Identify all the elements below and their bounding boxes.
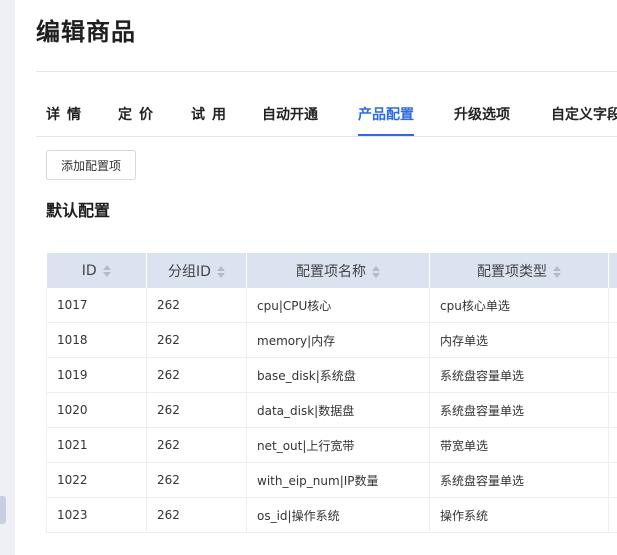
table-row[interactable]: 1022 262 with_eip_num|IP数量 系统盘容量单选: [46, 462, 617, 498]
cell-config-type: 带宽单选: [429, 427, 609, 463]
cell-config-type: cpu核心单选: [429, 288, 609, 323]
cell-config-type: 操作系统: [429, 497, 609, 533]
column-header-label: 配置项类型: [477, 263, 547, 280]
tab-custom-fields[interactable]: 自定义字段: [551, 96, 617, 134]
cell-id: 1023: [46, 497, 147, 533]
column-header-group-id[interactable]: 分组ID: [146, 253, 247, 288]
table-row[interactable]: 1018 262 memory|内存 内存单选: [46, 322, 617, 358]
tab-bar: 详情 定价 试用 自动开通 产品配置 升级选项 自定义字段: [36, 96, 617, 137]
cell-group-id: 262: [146, 462, 247, 498]
left-sidebar-strip: [0, 0, 15, 555]
column-header-config-type[interactable]: 配置项类型: [429, 253, 609, 288]
column-header-config-name[interactable]: 配置项名称: [246, 253, 430, 288]
tab-pricing[interactable]: 定价: [118, 96, 160, 134]
sort-icon[interactable]: [102, 264, 111, 277]
cell-id: 1018: [46, 322, 147, 358]
cell-config-name: data_disk|数据盘: [246, 392, 430, 428]
tab-trial[interactable]: 试用: [191, 96, 233, 134]
cell-config-type: 系统盘容量单选: [429, 357, 609, 393]
cell-group-id: 262: [146, 288, 247, 323]
column-header-id[interactable]: ID: [46, 253, 147, 288]
cell-group-id: 262: [146, 392, 247, 428]
table-header-row: ID 分组ID 配置项名称 配置项类型: [46, 253, 617, 288]
cell-config-type: 系统盘容量单选: [429, 392, 609, 428]
tab-auto-provision[interactable]: 自动开通: [262, 96, 318, 134]
tab-upgrade-options[interactable]: 升级选项: [454, 96, 510, 134]
cell-group-id: 262: [146, 497, 247, 533]
cell-config-name: net_out|上行宽带: [246, 427, 430, 463]
cell-id: 1017: [46, 288, 147, 323]
table-row[interactable]: 1017 262 cpu|CPU核心 cpu核心单选: [46, 288, 617, 323]
cell-group-id: 262: [146, 322, 247, 358]
page-title: 编辑商品: [36, 18, 136, 46]
column-header-label: 配置项名称: [296, 263, 366, 280]
config-table: ID 分组ID 配置项名称 配置项类型 1017 262 cpu|CPU核心 cpu核…: [46, 253, 617, 535]
sort-icon[interactable]: [216, 265, 225, 278]
sidebar-collapse-handle[interactable]: [0, 496, 6, 524]
cell-group-id: 262: [146, 427, 247, 463]
cell-extra: [608, 322, 617, 358]
section-title: 默认配置: [46, 201, 111, 220]
cell-extra: [608, 462, 617, 498]
cell-id: 1020: [46, 392, 147, 428]
cell-config-name: memory|内存: [246, 322, 430, 358]
tab-details[interactable]: 详情: [46, 96, 88, 134]
table-row[interactable]: 1021 262 net_out|上行宽带 带宽单选: [46, 427, 617, 463]
cell-config-name: cpu|CPU核心: [246, 288, 430, 323]
table-row[interactable]: 1023 262 os_id|操作系统 操作系统: [46, 497, 617, 533]
cell-extra: [608, 497, 617, 533]
table-row[interactable]: 1019 262 base_disk|系统盘 系统盘容量单选: [46, 357, 617, 393]
cell-config-name: os_id|操作系统: [246, 497, 430, 533]
title-divider: [36, 71, 617, 72]
cell-extra: [608, 392, 617, 428]
cell-id: 1022: [46, 462, 147, 498]
tab-product-config[interactable]: 产品配置: [358, 96, 414, 136]
add-config-item-button[interactable]: 添加配置项: [46, 150, 136, 180]
sort-icon[interactable]: [372, 265, 380, 278]
column-header-label: ID: [81, 262, 97, 279]
cell-group-id: 262: [146, 357, 247, 393]
sort-icon[interactable]: [553, 265, 561, 278]
cell-config-name: with_eip_num|IP数量: [246, 462, 430, 498]
cell-id: 1019: [46, 357, 147, 393]
cell-extra: [608, 357, 617, 393]
cell-config-type: 系统盘容量单选: [429, 462, 609, 498]
cell-id: 1021: [46, 427, 147, 463]
cell-extra: [608, 427, 617, 463]
cell-config-name: base_disk|系统盘: [246, 357, 430, 393]
column-header-extra: [608, 253, 617, 288]
column-header-label: 分组ID: [168, 263, 211, 280]
table-row[interactable]: 1020 262 data_disk|数据盘 系统盘容量单选: [46, 392, 617, 428]
cell-config-type: 内存单选: [429, 322, 609, 358]
cell-extra: [608, 288, 617, 323]
